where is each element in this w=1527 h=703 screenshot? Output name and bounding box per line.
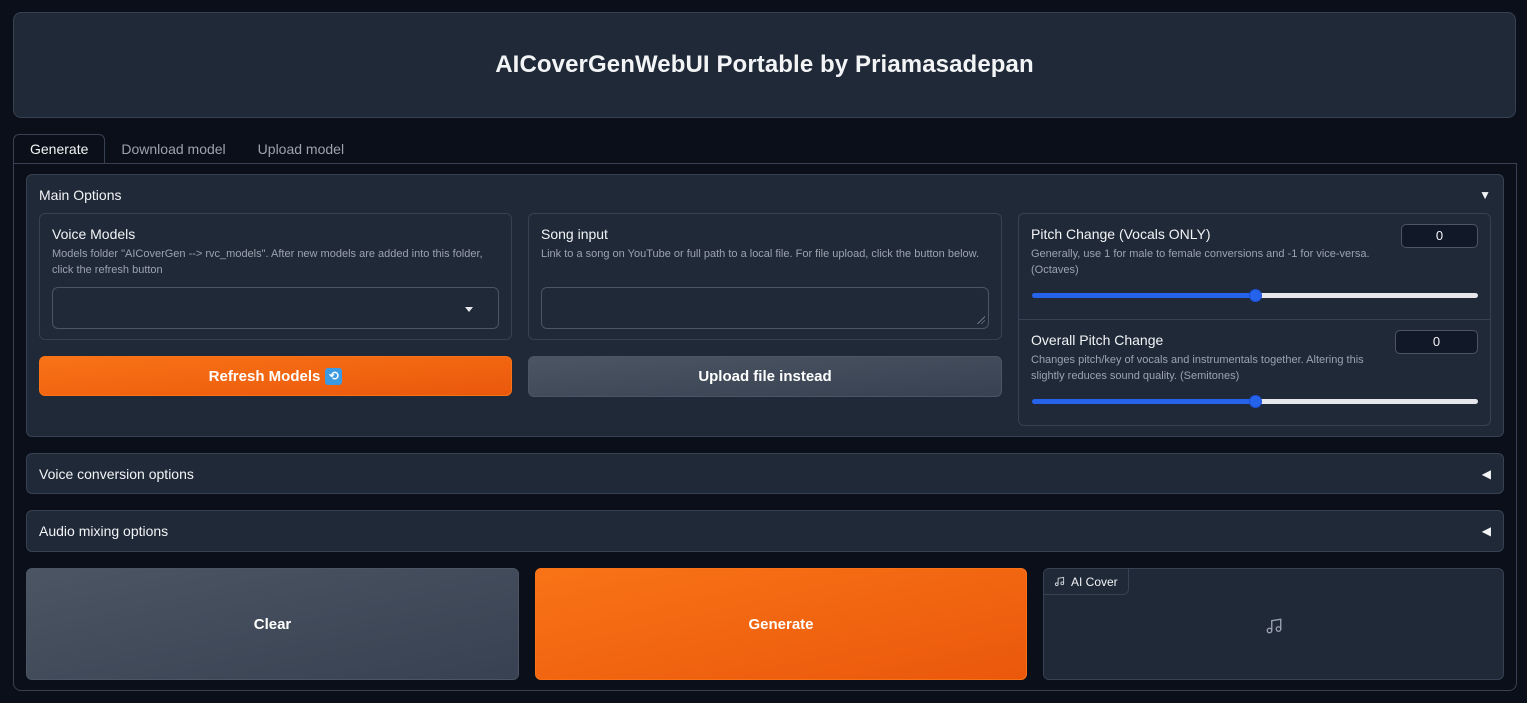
audio-mixing-title: Audio mixing options — [39, 523, 169, 539]
pitch-change-slider-thumb[interactable] — [1249, 289, 1262, 302]
pitch-change-slider[interactable] — [1032, 289, 1478, 302]
refresh-models-label: Refresh Models — [208, 367, 321, 385]
pitch-change-label: Pitch Change (Vocals ONLY) — [1031, 226, 1211, 242]
ai-cover-label: AI Cover — [1071, 574, 1118, 589]
tab-download-model[interactable]: Download model — [105, 134, 241, 164]
voice-conversion-accordion: Voice conversion options ◀ — [26, 453, 1504, 494]
overall-pitch-slider[interactable] — [1032, 395, 1478, 408]
chevron-down-icon — [465, 307, 473, 312]
app-header: AICoverGenWebUI Portable by Priamasadepa… — [13, 12, 1516, 118]
overall-pitch-slider-thumb[interactable] — [1249, 395, 1262, 408]
song-input-info: Link to a song on YouTube or full path t… — [541, 248, 980, 260]
voice-models-dropdown[interactable] — [52, 287, 499, 329]
pitch-change-info: Generally, use 1 for male to female conv… — [1031, 248, 1370, 276]
ai-cover-label-tag: AI Cover — [1044, 569, 1129, 595]
clear-button[interactable]: Clear — [26, 568, 519, 680]
pitch-change-input[interactable]: 0 — [1401, 224, 1478, 248]
triangle-down-icon: ▼ — [1479, 188, 1491, 202]
voice-conversion-header[interactable]: Voice conversion options ◀ — [27, 454, 1503, 494]
resize-handle[interactable] — [977, 316, 985, 324]
main-options-title: Main Options — [39, 187, 122, 203]
voice-conversion-title: Voice conversion options — [39, 466, 194, 482]
triangle-left-icon: ◀ — [1481, 467, 1491, 481]
audio-mixing-accordion: Audio mixing options ◀ — [26, 510, 1504, 552]
upload-file-button[interactable]: Upload file instead — [528, 356, 1002, 397]
divider — [1019, 319, 1490, 320]
pitch-controls-block: Pitch Change (Vocals ONLY) Generally, us… — [1018, 213, 1491, 426]
refresh-icon: ⟲ — [325, 367, 343, 385]
main-options-header[interactable]: Main Options ▼ — [27, 175, 1503, 215]
music-note-icon — [1266, 618, 1282, 634]
voice-models-block: Voice Models Models folder "AICoverGen -… — [39, 213, 512, 340]
generate-button[interactable]: Generate — [535, 568, 1027, 680]
audio-mixing-header[interactable]: Audio mixing options ◀ — [27, 511, 1503, 551]
tab-generate[interactable]: Generate — [13, 134, 106, 164]
voice-models-label: Voice Models — [52, 226, 136, 242]
song-input-field[interactable] — [541, 287, 989, 329]
page-title: AICoverGenWebUI Portable by Priamasadepa… — [495, 51, 1034, 78]
overall-pitch-label: Overall Pitch Change — [1031, 332, 1164, 348]
voice-models-info: Models folder "AICoverGen --> rvc_models… — [52, 248, 483, 276]
tab-bar: Generate Download model Upload model — [13, 134, 360, 164]
refresh-models-button[interactable]: Refresh Models ⟲ — [39, 356, 512, 396]
ai-cover-output: AI Cover — [1043, 568, 1504, 680]
tab-upload-model[interactable]: Upload model — [242, 134, 360, 164]
overall-pitch-info: Changes pitch/key of vocals and instrume… — [1031, 354, 1364, 382]
song-input-label: Song input — [541, 226, 608, 242]
overall-pitch-section: Overall Pitch Change Changes pitch/key o… — [1031, 332, 1381, 384]
song-input-block: Song input Link to a song on YouTube or … — [528, 213, 1002, 340]
triangle-left-icon: ◀ — [1481, 524, 1491, 538]
pitch-change-section: Pitch Change (Vocals ONLY) Generally, us… — [1031, 226, 1381, 278]
overall-pitch-input[interactable]: 0 — [1395, 330, 1478, 354]
music-note-icon — [1054, 576, 1065, 587]
